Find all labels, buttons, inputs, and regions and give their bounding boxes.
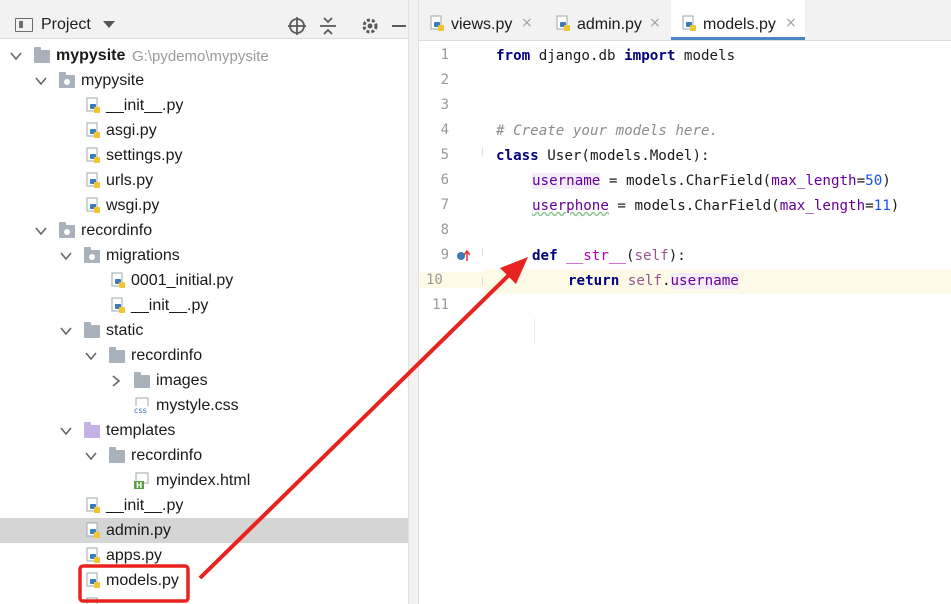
highlight-box: [78, 564, 190, 603]
annotation-overlay: [78, 257, 528, 603]
annotation-arrow-line: [198, 270, 514, 580]
